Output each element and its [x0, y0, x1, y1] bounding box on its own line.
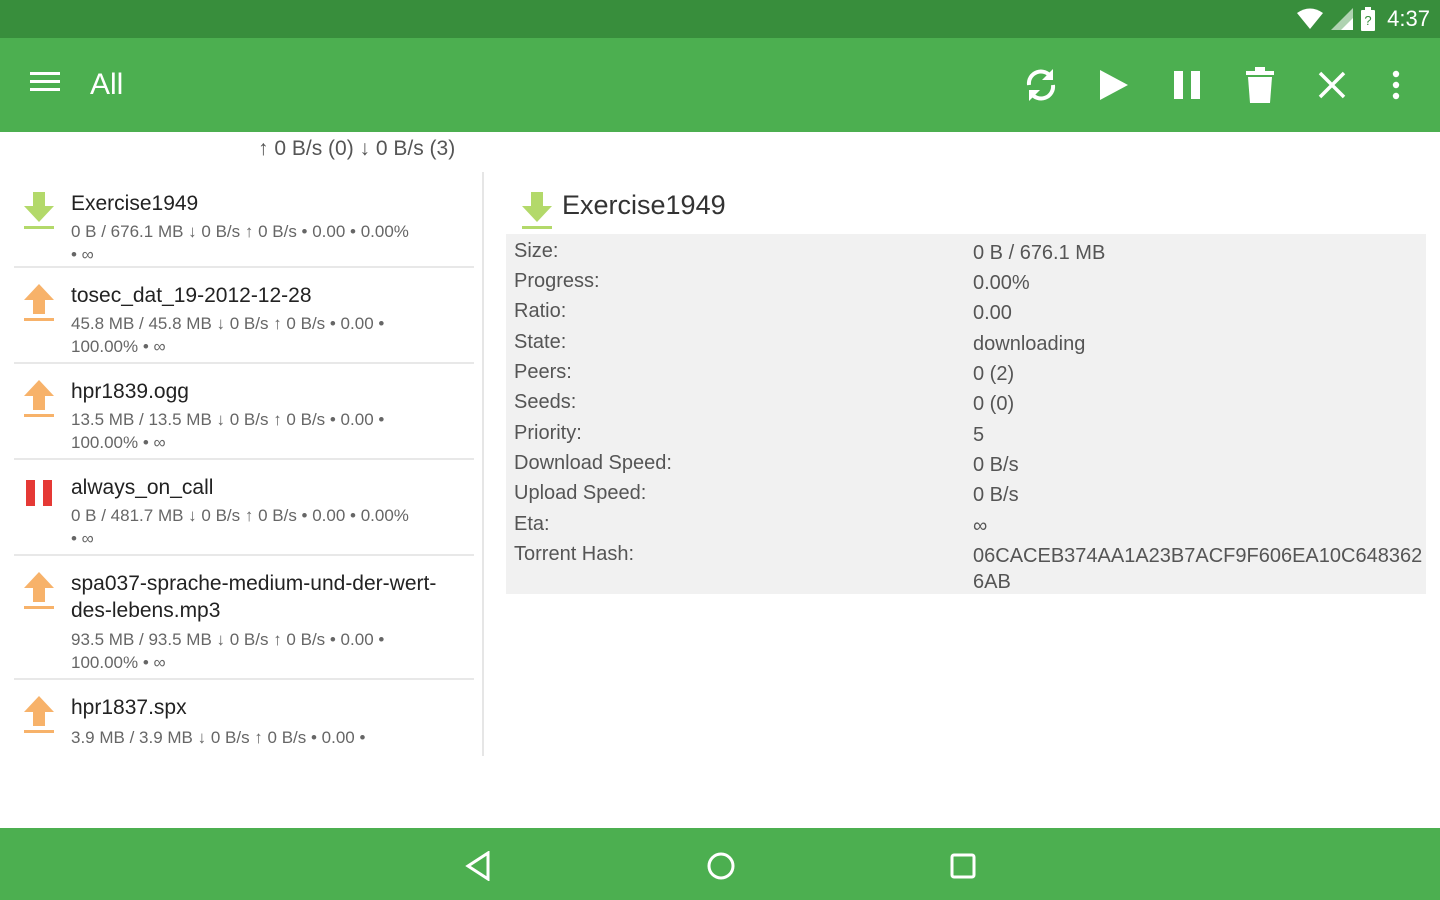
back-button[interactable] — [458, 846, 498, 886]
status-bar: ? 4:37 — [0, 0, 1440, 38]
upload-icon — [24, 380, 54, 417]
torrent-name: always_on_call — [71, 476, 214, 499]
page-title: All — [90, 68, 124, 101]
status-time: 4:37 — [1387, 6, 1430, 31]
detail-value: ∞ — [973, 515, 988, 537]
torrent-stats: 45.8 MB / 45.8 MB ↓ 0 B/s ↑ 0 B/s • 0.00… — [71, 314, 385, 333]
detail-label: Eta: — [514, 513, 550, 535]
detail-label: Upload Speed: — [514, 482, 647, 504]
pause-icon — [1174, 71, 1200, 99]
detail-label: Peers: — [514, 361, 572, 383]
remove-button[interactable] — [1307, 60, 1357, 110]
torrent-name: tosec_dat_19-2012-12-28 — [71, 284, 312, 307]
pause-button[interactable] — [1162, 60, 1212, 110]
overflow-menu-button[interactable] — [1371, 60, 1421, 110]
battery-icon: ? — [1361, 7, 1376, 31]
delete-button[interactable] — [1235, 60, 1285, 110]
detail-label: Progress: — [514, 270, 600, 292]
detail-value: 0.00 — [973, 302, 1012, 324]
detail-value: 06CACEB374AA1A23B7ACF9F606EA10C6483626AB — [973, 545, 1423, 593]
download-icon — [24, 192, 54, 229]
torrent-name: hpr1837.spx — [71, 696, 187, 719]
detail-value: 0.00% — [973, 272, 1030, 294]
back-icon — [465, 851, 490, 881]
torrent-name: spa037-sprache-medium-und-der-wert-des-l… — [71, 572, 437, 622]
recents-button[interactable] — [943, 846, 983, 886]
cell-signal-icon — [1331, 8, 1354, 30]
detail-label: State: — [514, 331, 567, 353]
detail-label: Ratio: — [514, 300, 567, 322]
torrent-list: Exercise1949 0 B / 676.1 MB ↓ 0 B/s ↑ 0 … — [14, 176, 474, 756]
torrent-stats: 93.5 MB / 93.5 MB ↓ 0 B/s ↑ 0 B/s • 0.00… — [71, 630, 385, 649]
detail-value: 5 — [973, 424, 985, 446]
app-bar: All — [0, 38, 1440, 132]
detail-label: Download Speed: — [514, 452, 672, 474]
torrent-name: hpr1839.ogg — [71, 380, 189, 403]
torrent-stats: 13.5 MB / 13.5 MB ↓ 0 B/s ↑ 0 B/s • 0.00… — [71, 410, 385, 429]
detail-value: 0 B/s — [973, 454, 1019, 476]
torrent-stats: 0 B / 481.7 MB ↓ 0 B/s ↑ 0 B/s • 0.00 • … — [71, 506, 409, 525]
speed-summary: ↑ 0 B/s (0) ↓ 0 B/s (3) — [258, 137, 456, 160]
refresh-button[interactable] — [1016, 60, 1066, 110]
detail-value: downloading — [973, 333, 1086, 355]
torrent-stats: 3.9 MB / 3.9 MB ↓ 0 B/s ↑ 0 B/s • 0.00 • — [71, 728, 366, 747]
close-icon — [1318, 71, 1346, 99]
torrent-stats-cont: 100.00% • ∞ — [71, 653, 166, 672]
torrent-name: Exercise1949 — [71, 192, 199, 215]
detail-label: Seeds: — [514, 391, 577, 413]
detail-value: 0 (0) — [973, 393, 1015, 415]
detail-label: Priority: — [514, 422, 582, 444]
play-icon — [1100, 70, 1128, 100]
svg-text:?: ? — [1365, 13, 1372, 28]
upload-icon — [24, 284, 54, 321]
list-item[interactable]: Exercise1949 0 B / 676.1 MB ↓ 0 B/s ↑ 0 … — [14, 176, 474, 268]
detail-value: 0 (2) — [973, 363, 1015, 385]
pane-divider — [482, 172, 484, 756]
navigation-bar — [0, 828, 1440, 900]
start-button[interactable] — [1088, 60, 1138, 110]
detail-label: Torrent Hash: — [514, 543, 635, 565]
download-icon — [522, 192, 552, 229]
refresh-icon — [1026, 69, 1056, 101]
torrent-stats-cont: • ∞ — [71, 529, 94, 548]
recents-icon — [950, 853, 976, 879]
list-item[interactable]: tosec_dat_19-2012-12-28 45.8 MB / 45.8 M… — [14, 268, 474, 364]
torrent-stats-cont: 100.00% • ∞ — [71, 337, 166, 356]
torrent-stats-cont: • ∞ — [71, 245, 94, 264]
detail-table: Size: 0 B / 676.1 MB Progress: 0.00% Ratio… — [506, 234, 1426, 594]
upload-icon — [24, 696, 54, 733]
list-item[interactable]: spa037-sprache-medium-und-der-wert-des-l… — [14, 556, 474, 680]
wifi-icon — [1297, 8, 1324, 29]
detail-label: Size: — [514, 240, 559, 262]
torrent-stats-cont: 100.00% • ∞ — [71, 433, 166, 452]
upload-icon — [24, 572, 54, 609]
list-item[interactable]: hpr1839.ogg 13.5 MB / 13.5 MB ↓ 0 B/s ↑ … — [14, 364, 474, 460]
list-item[interactable]: always_on_call 0 B / 481.7 MB ↓ 0 B/s ↑ … — [14, 460, 474, 556]
trash-icon — [1246, 67, 1274, 103]
menu-button[interactable] — [30, 70, 66, 100]
home-icon — [707, 852, 735, 880]
list-item[interactable]: hpr1837.spx 3.9 MB / 3.9 MB ↓ 0 B/s ↑ 0 … — [14, 680, 474, 756]
menu-icon — [30, 72, 60, 91]
torrent-stats: 0 B / 676.1 MB ↓ 0 B/s ↑ 0 B/s • 0.00 • … — [71, 222, 409, 241]
detail-value: 0 B/s — [973, 484, 1019, 506]
pause-icon — [26, 480, 52, 506]
more-vert-icon — [1392, 70, 1400, 100]
detail-value: 0 B / 676.1 MB — [973, 242, 1106, 264]
detail-title: Exercise1949 — [562, 190, 726, 220]
home-button[interactable] — [701, 846, 741, 886]
